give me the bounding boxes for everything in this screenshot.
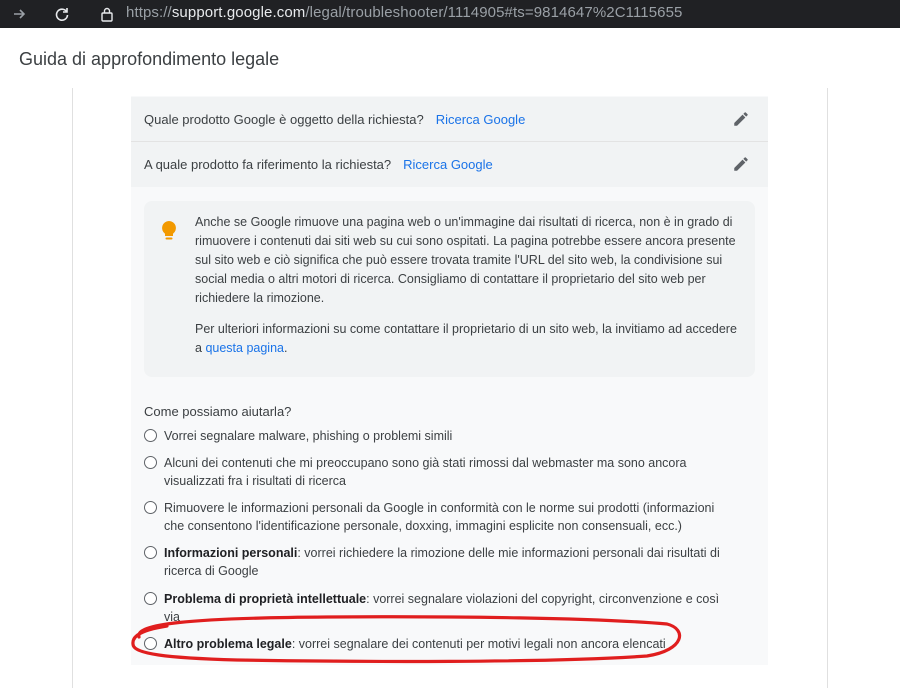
browser-toolbar: https://support.google.com/legal/trouble…: [0, 0, 900, 28]
question-text: A quale prodotto fa riferimento la richi…: [144, 157, 493, 172]
radio-button[interactable]: [144, 592, 157, 605]
radio-option-already-removed[interactable]: Alcuni dei contenuti che mi preoccupano …: [144, 454, 744, 492]
question-answer: Ricerca Google: [435, 112, 526, 127]
question-answer: Ricerca Google: [403, 157, 493, 172]
question-row-product: Quale prodotto Google è oggetto della ri…: [131, 97, 768, 142]
url-scheme: https://: [126, 4, 172, 21]
radio-option-malware[interactable]: Vorrei segnalare malware, phishing o pro…: [144, 427, 744, 447]
option-bold: Problema di proprietà intellettuale: [164, 592, 367, 606]
info-text-end: .: [283, 341, 288, 355]
option-bold: Informazioni personali: [164, 546, 298, 560]
option-text: Alcuni dei contenuti che mi preoccupano …: [164, 456, 687, 488]
info-callout: Anche se Google rimuove una pagina web o…: [144, 201, 755, 377]
help-question: Come possiamo aiutarla?: [144, 404, 292, 419]
reload-icon[interactable]: [50, 2, 74, 26]
url-host: support.google.com: [171, 4, 306, 21]
question-row-reference: A quale prodotto fa riferimento la richi…: [131, 142, 768, 187]
radio-option-other-legal[interactable]: Altro problema legale: vorrei segnalare …: [144, 635, 744, 655]
option-label: Problema di proprietà intellettuale: vor…: [164, 590, 736, 626]
forward-arrow-icon[interactable]: [8, 2, 32, 26]
lock-icon[interactable]: [95, 2, 119, 26]
info-paragraph: Anche se Google rimuove una pagina web o…: [195, 215, 736, 305]
url-path: /legal/troubleshooter/1114905#ts=9814647…: [305, 4, 683, 21]
option-label: Rimuovere le informazioni personali da G…: [164, 499, 736, 535]
radio-button[interactable]: [144, 501, 157, 514]
question-label: A quale prodotto fa riferimento la richi…: [144, 157, 392, 172]
radio-button[interactable]: [144, 546, 157, 559]
radio-option-intellectual-property[interactable]: Problema di proprietà intellettuale: vor…: [144, 590, 744, 628]
option-label: Alcuni dei contenuti che mi preoccupano …: [164, 454, 736, 490]
radio-button[interactable]: [144, 637, 157, 650]
lightbulb-icon: [160, 219, 178, 243]
option-text: Vorrei segnalare malware, phishing o pro…: [164, 429, 453, 443]
info-paragraph-contact: Per ulteriori informazioni su come conta…: [195, 320, 747, 358]
radio-button[interactable]: [144, 429, 157, 442]
page-title: Guida di approfondimento legale: [19, 49, 280, 69]
edit-pencil-icon[interactable]: [732, 110, 750, 128]
option-label: Vorrei segnalare malware, phishing o pro…: [164, 427, 736, 445]
edit-pencil-icon[interactable]: [732, 155, 750, 173]
address-bar[interactable]: https://support.google.com/legal/trouble…: [126, 4, 683, 21]
option-text: Rimuovere le informazioni personali da G…: [164, 501, 715, 533]
option-label: Informazioni personali: vorrei richieder…: [164, 544, 736, 580]
radio-button[interactable]: [144, 456, 157, 469]
option-text: : vorrei segnalare dei contenuti per mot…: [291, 637, 666, 651]
option-bold: Altro problema legale: [164, 637, 292, 651]
radio-option-personal-info-policy[interactable]: Rimuovere le informazioni personali da G…: [144, 499, 744, 537]
radio-option-personal-info[interactable]: Informazioni personali: vorrei richieder…: [144, 544, 744, 582]
question-label: Quale prodotto Google è oggetto della ri…: [144, 112, 424, 127]
this-page-link[interactable]: questa pagina: [205, 341, 284, 355]
option-label: Altro problema legale: vorrei segnalare …: [164, 635, 736, 653]
question-text: Quale prodotto Google è oggetto della ri…: [144, 112, 525, 127]
app-header: Guida di approfondimento legale: [0, 28, 900, 88]
